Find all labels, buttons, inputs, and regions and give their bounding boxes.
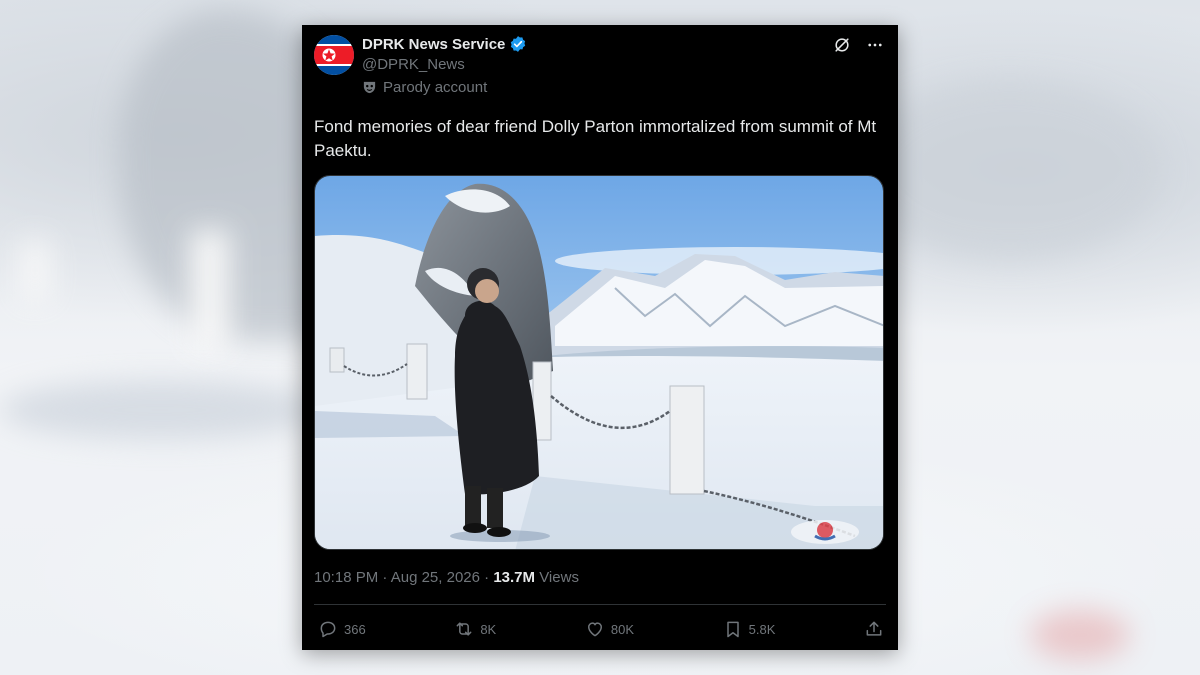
tweet-photo[interactable] (314, 175, 884, 550)
avatar[interactable] (314, 35, 354, 75)
reply-icon (320, 621, 336, 638)
parody-label-row: Parody account (362, 79, 487, 96)
tweet-date[interactable]: Aug 25, 2026 (391, 569, 480, 586)
bookmark-count: 5.8K (748, 621, 776, 637)
bookmark-icon (726, 621, 739, 638)
tweet-meta: 10:18 PM · Aug 25, 2026 · 13.7M Views (314, 569, 579, 586)
views-count: 13.7M (493, 569, 536, 586)
bookmark-button[interactable]: 5.8K (723, 619, 776, 639)
author-handle[interactable]: @DPRK_News (362, 56, 465, 73)
more-icon[interactable] (866, 36, 884, 54)
share-button[interactable] (864, 619, 884, 639)
mask-icon (362, 80, 377, 95)
reply-count: 366 (344, 621, 366, 637)
parody-label: Parody account (383, 79, 488, 96)
like-count: 80K (610, 621, 634, 637)
meta-separator: · (484, 569, 490, 586)
reply-button[interactable]: 366 (318, 619, 366, 639)
tweet-actions: 366 8K 80K 5.8K (314, 617, 886, 641)
summit-photo (315, 176, 883, 549)
divider (314, 604, 886, 605)
views-label: Views (539, 569, 579, 586)
dprk-flag-icon (314, 35, 354, 75)
repost-count: 8K (480, 621, 497, 637)
background-logo (1030, 610, 1130, 660)
meta-separator: · (382, 569, 388, 586)
tweet-card: DPRK News Service @DPRK_News Parody acco… (302, 25, 898, 650)
repost-icon (456, 622, 472, 636)
background-ridge (860, 80, 1160, 260)
tweet-header-actions (832, 35, 884, 55)
tweet-time[interactable]: 10:18 PM (314, 569, 378, 586)
grok-icon[interactable] (832, 35, 852, 55)
author-row: DPRK News Service (362, 35, 527, 53)
background-shadow (0, 380, 320, 440)
repost-button[interactable]: 8K (454, 619, 496, 639)
author-name[interactable]: DPRK News Service (362, 36, 505, 53)
background-post (190, 230, 230, 350)
share-icon (866, 621, 882, 636)
tweet-text: Fond memories of dear friend Dolly Parto… (314, 117, 877, 160)
verified-badge-icon (509, 35, 527, 53)
heart-icon (587, 622, 602, 637)
background-post (20, 240, 50, 300)
like-button[interactable]: 80K (585, 619, 634, 639)
